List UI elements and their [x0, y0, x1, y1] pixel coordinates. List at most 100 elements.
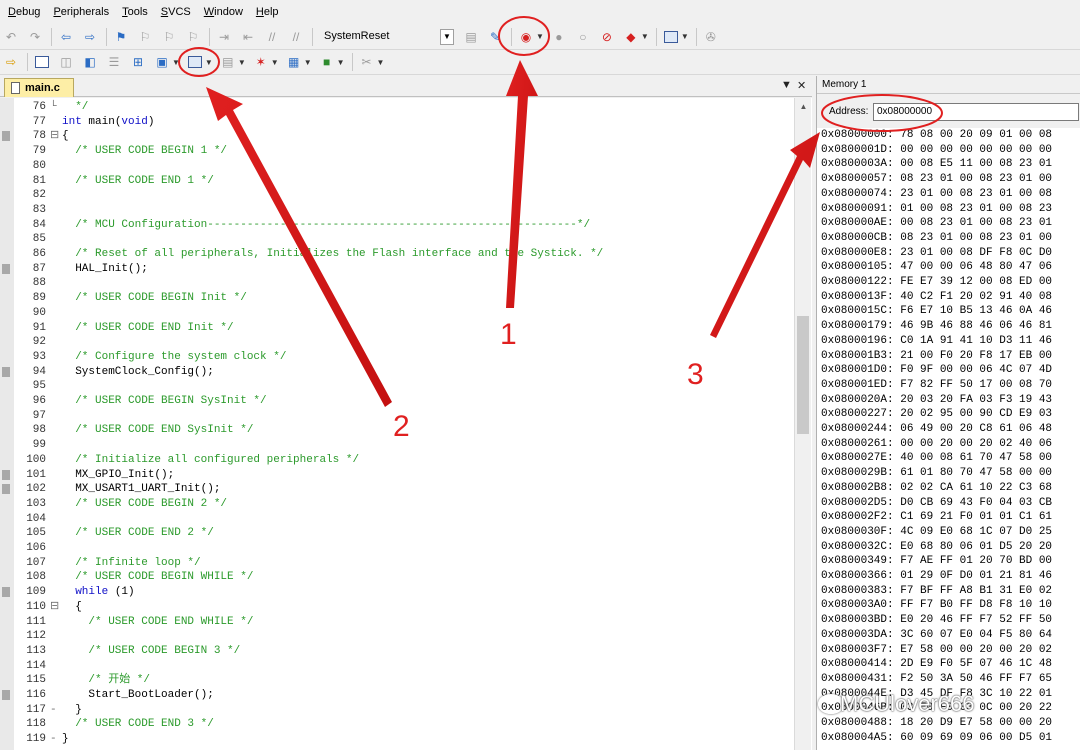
chevron-down-icon[interactable]: ▼: [641, 32, 649, 41]
code-line[interactable]: 111 /* USER CODE END WHILE */: [0, 615, 794, 630]
code-line[interactable]: 100 /* Initialize all configured periphe…: [0, 453, 794, 468]
memory-row[interactable]: 0x080001D0: F0 9F 00 00 06 4C 07 4D: [821, 363, 1052, 378]
code-line[interactable]: 86 /* Reset of all peripherals, Initiali…: [0, 247, 794, 262]
menu-svcs[interactable]: SVCS: [156, 6, 196, 18]
code-line[interactable]: 85: [0, 232, 794, 247]
memory-row[interactable]: 0x08000366: 01 29 0F D0 01 21 81 46: [821, 569, 1052, 584]
memory-row[interactable]: 0x0800032C: E0 68 80 06 01 D5 20 20: [821, 540, 1052, 555]
memory-row[interactable]: 0x08000091: 01 00 08 23 01 00 08 23: [821, 202, 1052, 217]
code-line[interactable]: 81 /* USER CODE END 1 */: [0, 174, 794, 189]
executable-line-marker[interactable]: [2, 263, 10, 274]
memory-row[interactable]: 0x080003A0: FF F7 B0 FF D8 F8 10 10: [821, 598, 1052, 613]
indent-icon[interactable]: ⇥: [213, 27, 235, 47]
bookmark-icon[interactable]: ⚑: [110, 27, 132, 47]
redo-icon[interactable]: ↷: [24, 27, 46, 47]
code-line[interactable]: 88: [0, 276, 794, 291]
memory-row[interactable]: 0x0800027E: 40 00 08 61 70 47 58 00: [821, 451, 1052, 466]
registers-window-icon[interactable]: ☰: [103, 52, 125, 72]
memory-row[interactable]: 0x08000261: 00 00 20 00 20 02 40 06: [821, 437, 1052, 452]
code-line[interactable]: 84 /* MCU Configuration-----------------…: [0, 218, 794, 233]
address-input[interactable]: 0x08000000: [873, 103, 1079, 121]
memory-row[interactable]: 0x08000074: 23 01 00 08 23 01 00 08: [821, 187, 1052, 202]
code-line[interactable]: 90: [0, 306, 794, 321]
chevron-down-icon[interactable]: ▼: [172, 58, 180, 67]
memory-row[interactable]: 0x08000244: 06 49 00 20 C8 61 06 48: [821, 422, 1052, 437]
window-layout-icon[interactable]: [660, 27, 682, 47]
close-icon[interactable]: ✕: [797, 79, 806, 92]
scroll-up-icon[interactable]: ▲: [795, 98, 812, 114]
executable-line-marker[interactable]: [2, 484, 10, 495]
memory-row[interactable]: 0x0800001D: 00 00 00 00 00 00 00 00: [821, 143, 1052, 158]
memory-row[interactable]: 0x080001ED: F7 82 FF 50 17 00 08 70: [821, 378, 1052, 393]
memory-row[interactable]: 0x0800020A: 20 03 20 FA 03 F3 19 43: [821, 393, 1052, 408]
code-line[interactable]: 76 └ */: [0, 100, 794, 115]
code-line[interactable]: 83: [0, 203, 794, 218]
tab-list-icon[interactable]: ▼: [781, 79, 792, 91]
code-line[interactable]: 104: [0, 512, 794, 527]
code-line[interactable]: 82: [0, 188, 794, 203]
run-to-cursor-icon[interactable]: ⇨: [0, 52, 22, 72]
code-line[interactable]: 77 int main(void): [0, 115, 794, 130]
configure-icon[interactable]: ✇: [700, 27, 722, 47]
memory-row[interactable]: 0x0800015C: F6 E7 10 B5 13 46 0A 46: [821, 304, 1052, 319]
serial-window-icon[interactable]: ▤: [217, 52, 239, 72]
fold-marker[interactable]: ⊟: [50, 600, 60, 615]
tab-main-c[interactable]: main.c: [4, 78, 74, 97]
memory-row[interactable]: 0x08000488: 18 20 D9 E7 58 00 00 20: [821, 716, 1052, 731]
watch-window-icon[interactable]: ▣: [151, 52, 173, 72]
chevron-down-icon[interactable]: ▼: [205, 58, 213, 67]
memory-row[interactable]: 0x08000349: F7 AE FF 01 20 70 BD 00: [821, 554, 1052, 569]
code-line[interactable]: 95: [0, 379, 794, 394]
code-line[interactable]: 114: [0, 659, 794, 674]
code-line[interactable]: 105 /* USER CODE END 2 */: [0, 526, 794, 541]
chevron-down-icon[interactable]: ▼: [337, 58, 345, 67]
memory-window-icon[interactable]: [184, 52, 206, 72]
fold-marker[interactable]: -: [50, 703, 60, 718]
fold-marker[interactable]: ⊟: [50, 129, 60, 144]
code-line[interactable]: 115 /* 开始 */: [0, 673, 794, 688]
system-viewer-icon[interactable]: ■: [316, 52, 338, 72]
command-window-icon[interactable]: [31, 52, 53, 72]
memory-row[interactable]: 0x08000000: 78 08 00 20 09 01 00 08: [821, 128, 1052, 143]
chevron-down-icon[interactable]: ▼: [440, 28, 454, 45]
code-line[interactable]: 112: [0, 629, 794, 644]
scrollbar-thumb[interactable]: [797, 316, 809, 434]
clear-breakpoints-icon[interactable]: ◆: [620, 27, 642, 47]
memory-row[interactable]: 0x080002B8: 02 02 CA 61 10 22 C3 68: [821, 481, 1052, 496]
nav-back-icon[interactable]: ⇦: [55, 27, 77, 47]
menu-peripherals[interactable]: Peripherals: [48, 6, 114, 18]
memory-row[interactable]: 0x080001B3: 21 00 F0 20 F8 17 EB 00: [821, 349, 1052, 364]
code-line[interactable]: 117- }: [0, 703, 794, 718]
code-line[interactable]: 78 ⊟{: [0, 129, 794, 144]
analysis-window-icon[interactable]: ✶: [250, 52, 272, 72]
chevron-down-icon[interactable]: ▼: [304, 58, 312, 67]
menu-window[interactable]: Window: [199, 6, 248, 18]
code-line[interactable]: 103 /* USER CODE BEGIN 2 */: [0, 497, 794, 512]
symbols-window-icon[interactable]: ◧: [79, 52, 101, 72]
memory-row[interactable]: 0x08000227: 20 02 95 00 90 CD E9 03: [821, 407, 1052, 422]
find-icon[interactable]: ✎: [484, 27, 506, 47]
executable-line-marker[interactable]: [2, 587, 10, 598]
toolbox-icon[interactable]: ✂: [356, 52, 378, 72]
nav-forward-icon[interactable]: ⇨: [79, 27, 101, 47]
memory-row[interactable]: 0x080002D5: D0 CB 69 43 F0 04 03 CB: [821, 496, 1052, 511]
memory-row[interactable]: 0x080000CB: 08 23 01 00 08 23 01 00: [821, 231, 1052, 246]
chevron-down-icon[interactable]: ▼: [271, 58, 279, 67]
chevron-down-icon[interactable]: ▼: [536, 32, 544, 41]
memory-row[interactable]: 0x080002F2: C1 69 21 F0 01 01 C1 61: [821, 510, 1052, 525]
executable-line-marker[interactable]: [2, 131, 10, 142]
code-line[interactable]: 113 /* USER CODE BEGIN 3 */: [0, 644, 794, 659]
memory-row[interactable]: 0x080003DA: 3C 60 07 E0 04 F5 80 64: [821, 628, 1052, 643]
breakpoint-kill-icon[interactable]: ⊘: [596, 27, 618, 47]
memory-row[interactable]: 0x08000057: 08 23 01 00 08 23 01 00: [821, 172, 1052, 187]
code-line[interactable]: 89 /* USER CODE BEGIN Init */: [0, 291, 794, 306]
memory-row[interactable]: 0x080003BD: E0 20 46 FF F7 52 FF 50: [821, 613, 1052, 628]
memory-row[interactable]: 0x08000196: C0 1A 91 41 10 D3 11 46: [821, 334, 1052, 349]
fold-marker[interactable]: └: [50, 100, 60, 115]
memory-row[interactable]: 0x080000E8: 23 01 00 08 DF F8 0C D0: [821, 246, 1052, 261]
target-select[interactable]: SystemReset ▼: [320, 28, 454, 46]
code-line[interactable]: 80: [0, 159, 794, 174]
memory-row[interactable]: 0x08000383: F7 BF FF A8 B1 31 E0 02: [821, 584, 1052, 599]
code-line[interactable]: 107 /* Infinite loop */: [0, 556, 794, 571]
memory-row[interactable]: 0x0800013F: 40 C2 F1 20 02 91 40 08: [821, 290, 1052, 305]
